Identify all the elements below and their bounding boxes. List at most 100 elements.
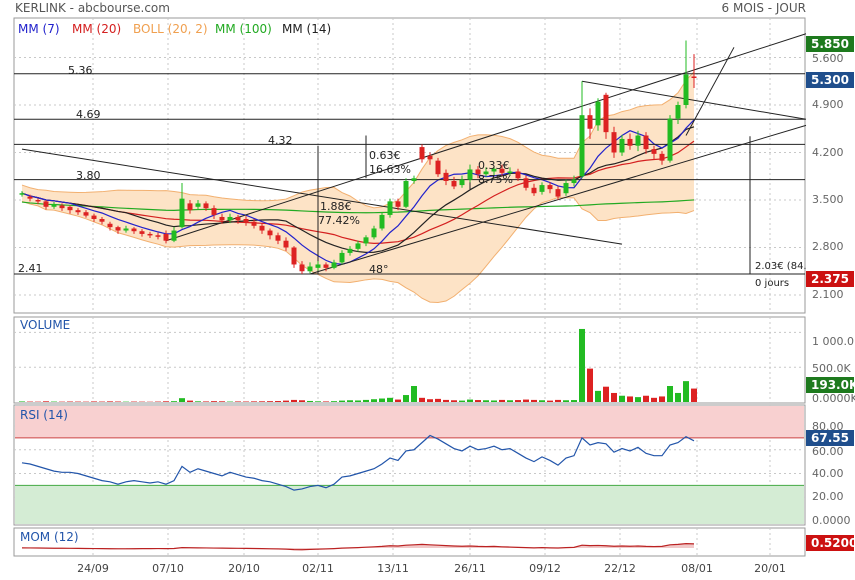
volume-bar xyxy=(427,399,433,402)
x-tick: 26/11 xyxy=(454,562,486,575)
candle-body xyxy=(619,138,625,153)
candle-body xyxy=(579,115,585,177)
volume-bar xyxy=(267,401,273,402)
level-label-432: 4.32 xyxy=(268,134,293,147)
candle-body xyxy=(467,169,473,180)
candle-body xyxy=(115,227,121,231)
move1-value: 1.88€ xyxy=(320,200,352,213)
legend-mm20: MM (20) xyxy=(72,22,121,36)
mom-axis: 0.5200 xyxy=(806,535,855,551)
volume-bar xyxy=(611,392,617,402)
mom-title: MOM (12) xyxy=(20,530,79,544)
rsi-tick: 40.00 xyxy=(812,467,844,480)
price-tick: 2.100 xyxy=(812,288,844,301)
volume-bar xyxy=(235,401,241,402)
volume-bar xyxy=(275,401,281,402)
volume-bar xyxy=(211,401,217,402)
volume-axis: 1 000.0K 500.0K 0.0000K 193.0K xyxy=(806,335,855,405)
candle-body xyxy=(379,214,385,229)
price-tick: 4.900 xyxy=(812,98,844,111)
volume-bar xyxy=(579,328,585,402)
candle-body xyxy=(163,233,169,241)
measure-days: 0 jours xyxy=(755,278,789,289)
candle-body xyxy=(643,135,649,150)
candle-body xyxy=(603,94,609,133)
mom-panel xyxy=(13,527,806,557)
price-last-badge: 5.300 xyxy=(806,72,854,88)
level-label-380: 3.80 xyxy=(76,169,101,182)
rsi-title: RSI (14) xyxy=(20,408,68,422)
x-tick: 09/12 xyxy=(529,562,561,575)
volume-bar xyxy=(251,401,257,402)
rsi-tick: 60.00 xyxy=(812,445,844,458)
volume-bar xyxy=(595,390,601,402)
legend-boll: BOLL (20, 2) xyxy=(133,22,208,36)
candle-body xyxy=(539,185,545,192)
volume-bar xyxy=(523,399,529,402)
chart-title: KERLINK - abcbourse.com xyxy=(15,1,170,15)
candle-body xyxy=(75,210,81,213)
volume-bar xyxy=(283,400,289,402)
candle-body xyxy=(515,171,521,179)
candle-body xyxy=(275,235,281,241)
candle-body xyxy=(83,212,89,216)
x-tick: 20/10 xyxy=(228,562,260,575)
volume-bar xyxy=(419,397,425,402)
volume-bar xyxy=(451,400,457,402)
volume-bar xyxy=(507,400,513,402)
candle-body xyxy=(187,203,193,211)
candle-body xyxy=(291,247,297,265)
x-axis: 24/09 07/10 20/10 02/11 13/11 26/11 09/1… xyxy=(77,562,786,575)
candle-body xyxy=(235,216,241,221)
candle-body xyxy=(635,135,641,146)
candle-body xyxy=(427,155,433,160)
candle-body xyxy=(67,206,73,211)
candle-body xyxy=(43,201,49,207)
volume-bar xyxy=(627,396,633,402)
x-tick: 22/12 xyxy=(604,562,636,575)
volume-bar xyxy=(307,400,313,402)
volume-bar xyxy=(499,399,505,402)
volume-bar xyxy=(323,401,329,402)
x-tick: 24/09 xyxy=(77,562,109,575)
volume-bar xyxy=(379,398,385,402)
level-label-536: 5.36 xyxy=(68,64,93,77)
candle-body xyxy=(659,153,665,161)
legend-mm14: MM (14) xyxy=(282,22,331,36)
candle-body xyxy=(283,240,289,248)
volume-bar xyxy=(331,401,337,402)
volume-tick: 500.0K xyxy=(812,362,851,375)
candle-body xyxy=(299,264,305,272)
move1-pct: 77.42% xyxy=(318,214,360,227)
candle-body xyxy=(203,203,209,209)
candle-body xyxy=(179,198,185,228)
candle-body xyxy=(267,230,273,236)
candle-body xyxy=(243,219,249,223)
volume-bar xyxy=(259,401,265,402)
angle-label: 48° xyxy=(369,263,389,276)
candle-body xyxy=(99,219,105,222)
volume-bar xyxy=(563,400,569,402)
mom-current: 0.5200 xyxy=(811,536,855,550)
price-tick: 5.600 xyxy=(812,52,844,65)
candle-body xyxy=(219,216,225,221)
volume-bar xyxy=(459,400,465,402)
volume-bar xyxy=(171,401,177,402)
candle-body xyxy=(451,181,457,187)
candle-body xyxy=(547,185,553,190)
candle-body xyxy=(315,264,321,268)
volume-bar xyxy=(531,399,537,402)
volume-bar xyxy=(483,400,489,402)
volume-bar xyxy=(19,401,25,402)
candle-body xyxy=(123,228,129,231)
candle-body xyxy=(131,228,137,232)
volume-bar xyxy=(587,368,593,402)
volume-bar xyxy=(411,386,417,402)
volume-current: 193.0K xyxy=(811,378,855,392)
stock-chart: KERLINK - abcbourse.com 6 MOIS - JOUR MM… xyxy=(13,1,855,575)
volume-bar xyxy=(667,386,673,402)
candle-body xyxy=(587,115,593,129)
volume-bar xyxy=(515,400,521,402)
candle-body xyxy=(595,101,601,126)
rsi-axis: 80.00 60.00 40.00 20.00 0.0000 67.55 xyxy=(806,420,854,527)
